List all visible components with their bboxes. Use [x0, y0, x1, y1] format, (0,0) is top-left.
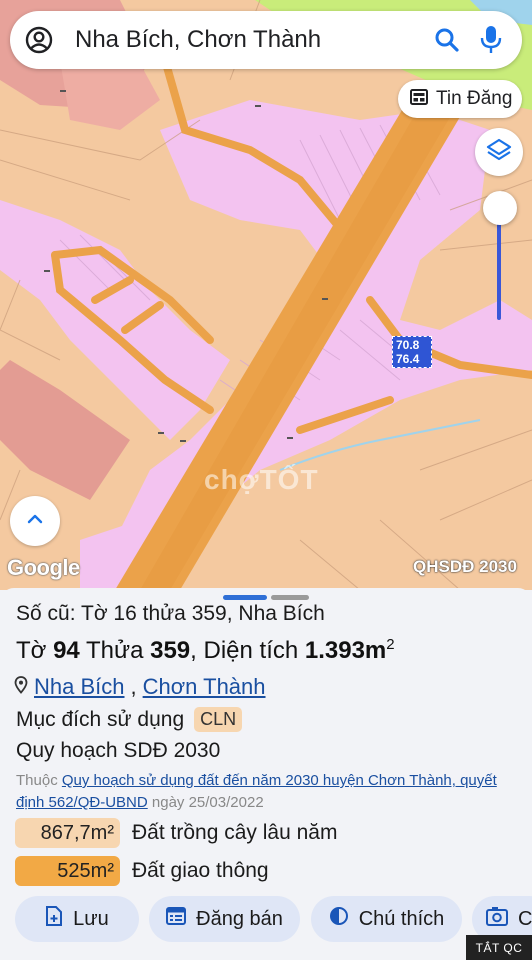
land-area-type: Đất trồng cây lâu năm	[132, 821, 338, 844]
land-area-row: 525m² Đất giao thông	[15, 856, 269, 886]
contrast-icon	[329, 906, 349, 932]
layers-button[interactable]	[475, 128, 523, 176]
old-reference: Số cũ: Tờ 16 thửa 359, Nha Bích	[16, 602, 325, 625]
land-area-row: 867,7m² Đất trồng cây lâu năm	[15, 818, 337, 848]
layers-icon	[486, 137, 512, 168]
parcel-main-reference: Tờ 94 Thửa 359, Diện tích 1.393m2	[16, 636, 395, 665]
sheet-number: 94	[53, 637, 80, 664]
map-layer-name: QHSDĐ 2030	[413, 557, 517, 576]
newspaper-icon	[410, 88, 428, 110]
save-button[interactable]: Lưu	[15, 896, 139, 942]
search-input[interactable]: Nha Bích, Chơn Thành	[75, 26, 321, 54]
save-label: Lưu	[73, 907, 109, 930]
expand-button[interactable]	[10, 496, 60, 546]
parcel-info-sheet: Số cũ: Tờ 16 thửa 359, Nha Bích Tờ 94 Th…	[0, 588, 532, 960]
plan-label: Quy hoạch SDĐ 2030	[16, 739, 221, 762]
plot-label: Thửa	[86, 637, 144, 664]
camera-icon	[486, 906, 508, 932]
post-for-sale-button[interactable]: Đăng bán	[149, 896, 300, 942]
news-listings-button[interactable]: Tin Đăng	[398, 80, 522, 118]
capture-label: C	[518, 907, 532, 930]
purpose-label: Mục đích sử dụng	[16, 707, 185, 731]
legend-button[interactable]: Chú thích	[311, 896, 462, 942]
land-purpose-row: Mục đích sử dụng CLN	[16, 707, 243, 732]
area-label: , Diện tích	[190, 637, 299, 664]
plan-source: Thuộc Quy hoạch sử dụng đất đến năm 2030…	[16, 770, 526, 814]
news-listings-label: Tin Đăng	[436, 88, 513, 109]
location-row: Nha Bích, Chơn Thành	[14, 674, 266, 700]
source-date: ngày 25/03/2022	[151, 794, 264, 811]
plot-number: 359	[150, 637, 191, 664]
parcel-label-top: 70.8	[396, 338, 420, 352]
account-circle-icon[interactable]	[25, 26, 53, 54]
post-for-sale-label: Đăng bán	[196, 907, 283, 930]
parcel-label-bottom: 76.4	[396, 352, 420, 366]
location-separator: ,	[130, 674, 137, 699]
opacity-slider-handle[interactable]	[483, 191, 517, 225]
land-area-type: Đất giao thông	[132, 859, 269, 882]
opacity-slider-track[interactable]	[497, 220, 501, 320]
map-view[interactable]: chợTỐT 70.8 76.4 Nha Bích, Chơn Thành Ti…	[0, 0, 532, 590]
action-bar: Lưu Đăng bán Chú thích C	[0, 896, 532, 946]
listing-icon	[166, 907, 187, 931]
mic-icon[interactable]	[480, 25, 502, 55]
sheet-handle-active[interactable]	[223, 595, 267, 600]
sheet-handle-inactive[interactable]	[271, 595, 309, 600]
search-icon[interactable]	[434, 27, 460, 53]
location-pin-icon	[14, 674, 28, 700]
area-unit-superscript: 2	[386, 636, 395, 653]
land-area-value: 867,7m²	[15, 818, 120, 848]
area-value: 1.393m	[304, 637, 387, 664]
source-prefix: Thuộc	[16, 772, 58, 789]
chevron-up-icon	[26, 512, 44, 530]
commune-link[interactable]: Nha Bích	[34, 674, 125, 700]
hide-ads-button[interactable]: TẮT QC	[466, 935, 532, 960]
legend-label: Chú thích	[358, 907, 445, 930]
watermark: chợTỐT	[204, 464, 319, 495]
district-link[interactable]: Chơn Thành	[143, 674, 266, 700]
selected-parcel-label[interactable]: 70.8 76.4	[392, 336, 432, 368]
purpose-code-badge: CLN	[194, 707, 243, 732]
land-area-value: 525m²	[15, 856, 120, 886]
search-bar[interactable]: Nha Bích, Chơn Thành	[10, 11, 522, 69]
add-note-icon	[45, 906, 63, 932]
sheet-label: Tờ	[16, 637, 47, 664]
google-logo: Google	[7, 555, 80, 580]
